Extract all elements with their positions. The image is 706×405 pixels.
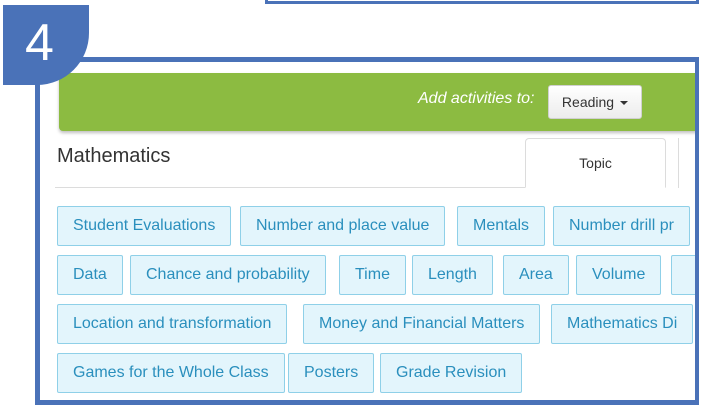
topic-chip[interactable]: Grade Revision xyxy=(380,353,523,393)
title-divider xyxy=(55,187,525,188)
add-to-dropdown-value: Reading xyxy=(561,94,615,110)
activity-panel-frame: Add activities to: Reading Mathematics T… xyxy=(35,57,699,405)
topic-chip[interactable]: Number and place value xyxy=(240,206,446,246)
add-to-dropdown[interactable]: Reading xyxy=(548,85,642,119)
topic-chip[interactable]: Volume xyxy=(576,255,662,295)
topic-chip[interactable]: Money and Financial Matters xyxy=(303,304,541,344)
add-activities-bar: Add activities to: Reading xyxy=(59,73,695,131)
activity-panel: Add activities to: Reading Mathematics T… xyxy=(55,70,695,400)
tab-topic[interactable]: Topic xyxy=(525,138,666,188)
topic-chip[interactable]: Data xyxy=(57,255,123,295)
topic-chip[interactable]: Location and transformation xyxy=(57,304,288,344)
top-panel-frame xyxy=(265,0,699,4)
topic-chip[interactable]: Chance and probability xyxy=(130,255,326,295)
topic-chip[interactable]: Mathematics Di xyxy=(551,304,694,344)
step-number: 4 xyxy=(25,14,54,72)
tab-next[interactable] xyxy=(678,138,695,188)
topic-chip[interactable]: Posters xyxy=(288,353,375,393)
topic-chip[interactable]: Time xyxy=(339,255,406,295)
tab-topic-label: Topic xyxy=(579,155,612,171)
add-activities-label: Add activities to: xyxy=(418,90,535,107)
topic-chip[interactable]: Length xyxy=(412,255,493,295)
topic-chip[interactable]: Mentals xyxy=(457,206,546,246)
topic-chip[interactable]: Number drill pr xyxy=(553,206,690,246)
topic-chip[interactable]: Games for the Whole Class xyxy=(57,353,285,393)
topic-chip[interactable] xyxy=(671,255,695,295)
topic-chip[interactable]: Area xyxy=(503,255,569,295)
caret-down-icon xyxy=(620,101,629,105)
topic-chip[interactable]: Student Evaluations xyxy=(57,206,232,246)
subject-title: Mathematics xyxy=(57,145,171,167)
